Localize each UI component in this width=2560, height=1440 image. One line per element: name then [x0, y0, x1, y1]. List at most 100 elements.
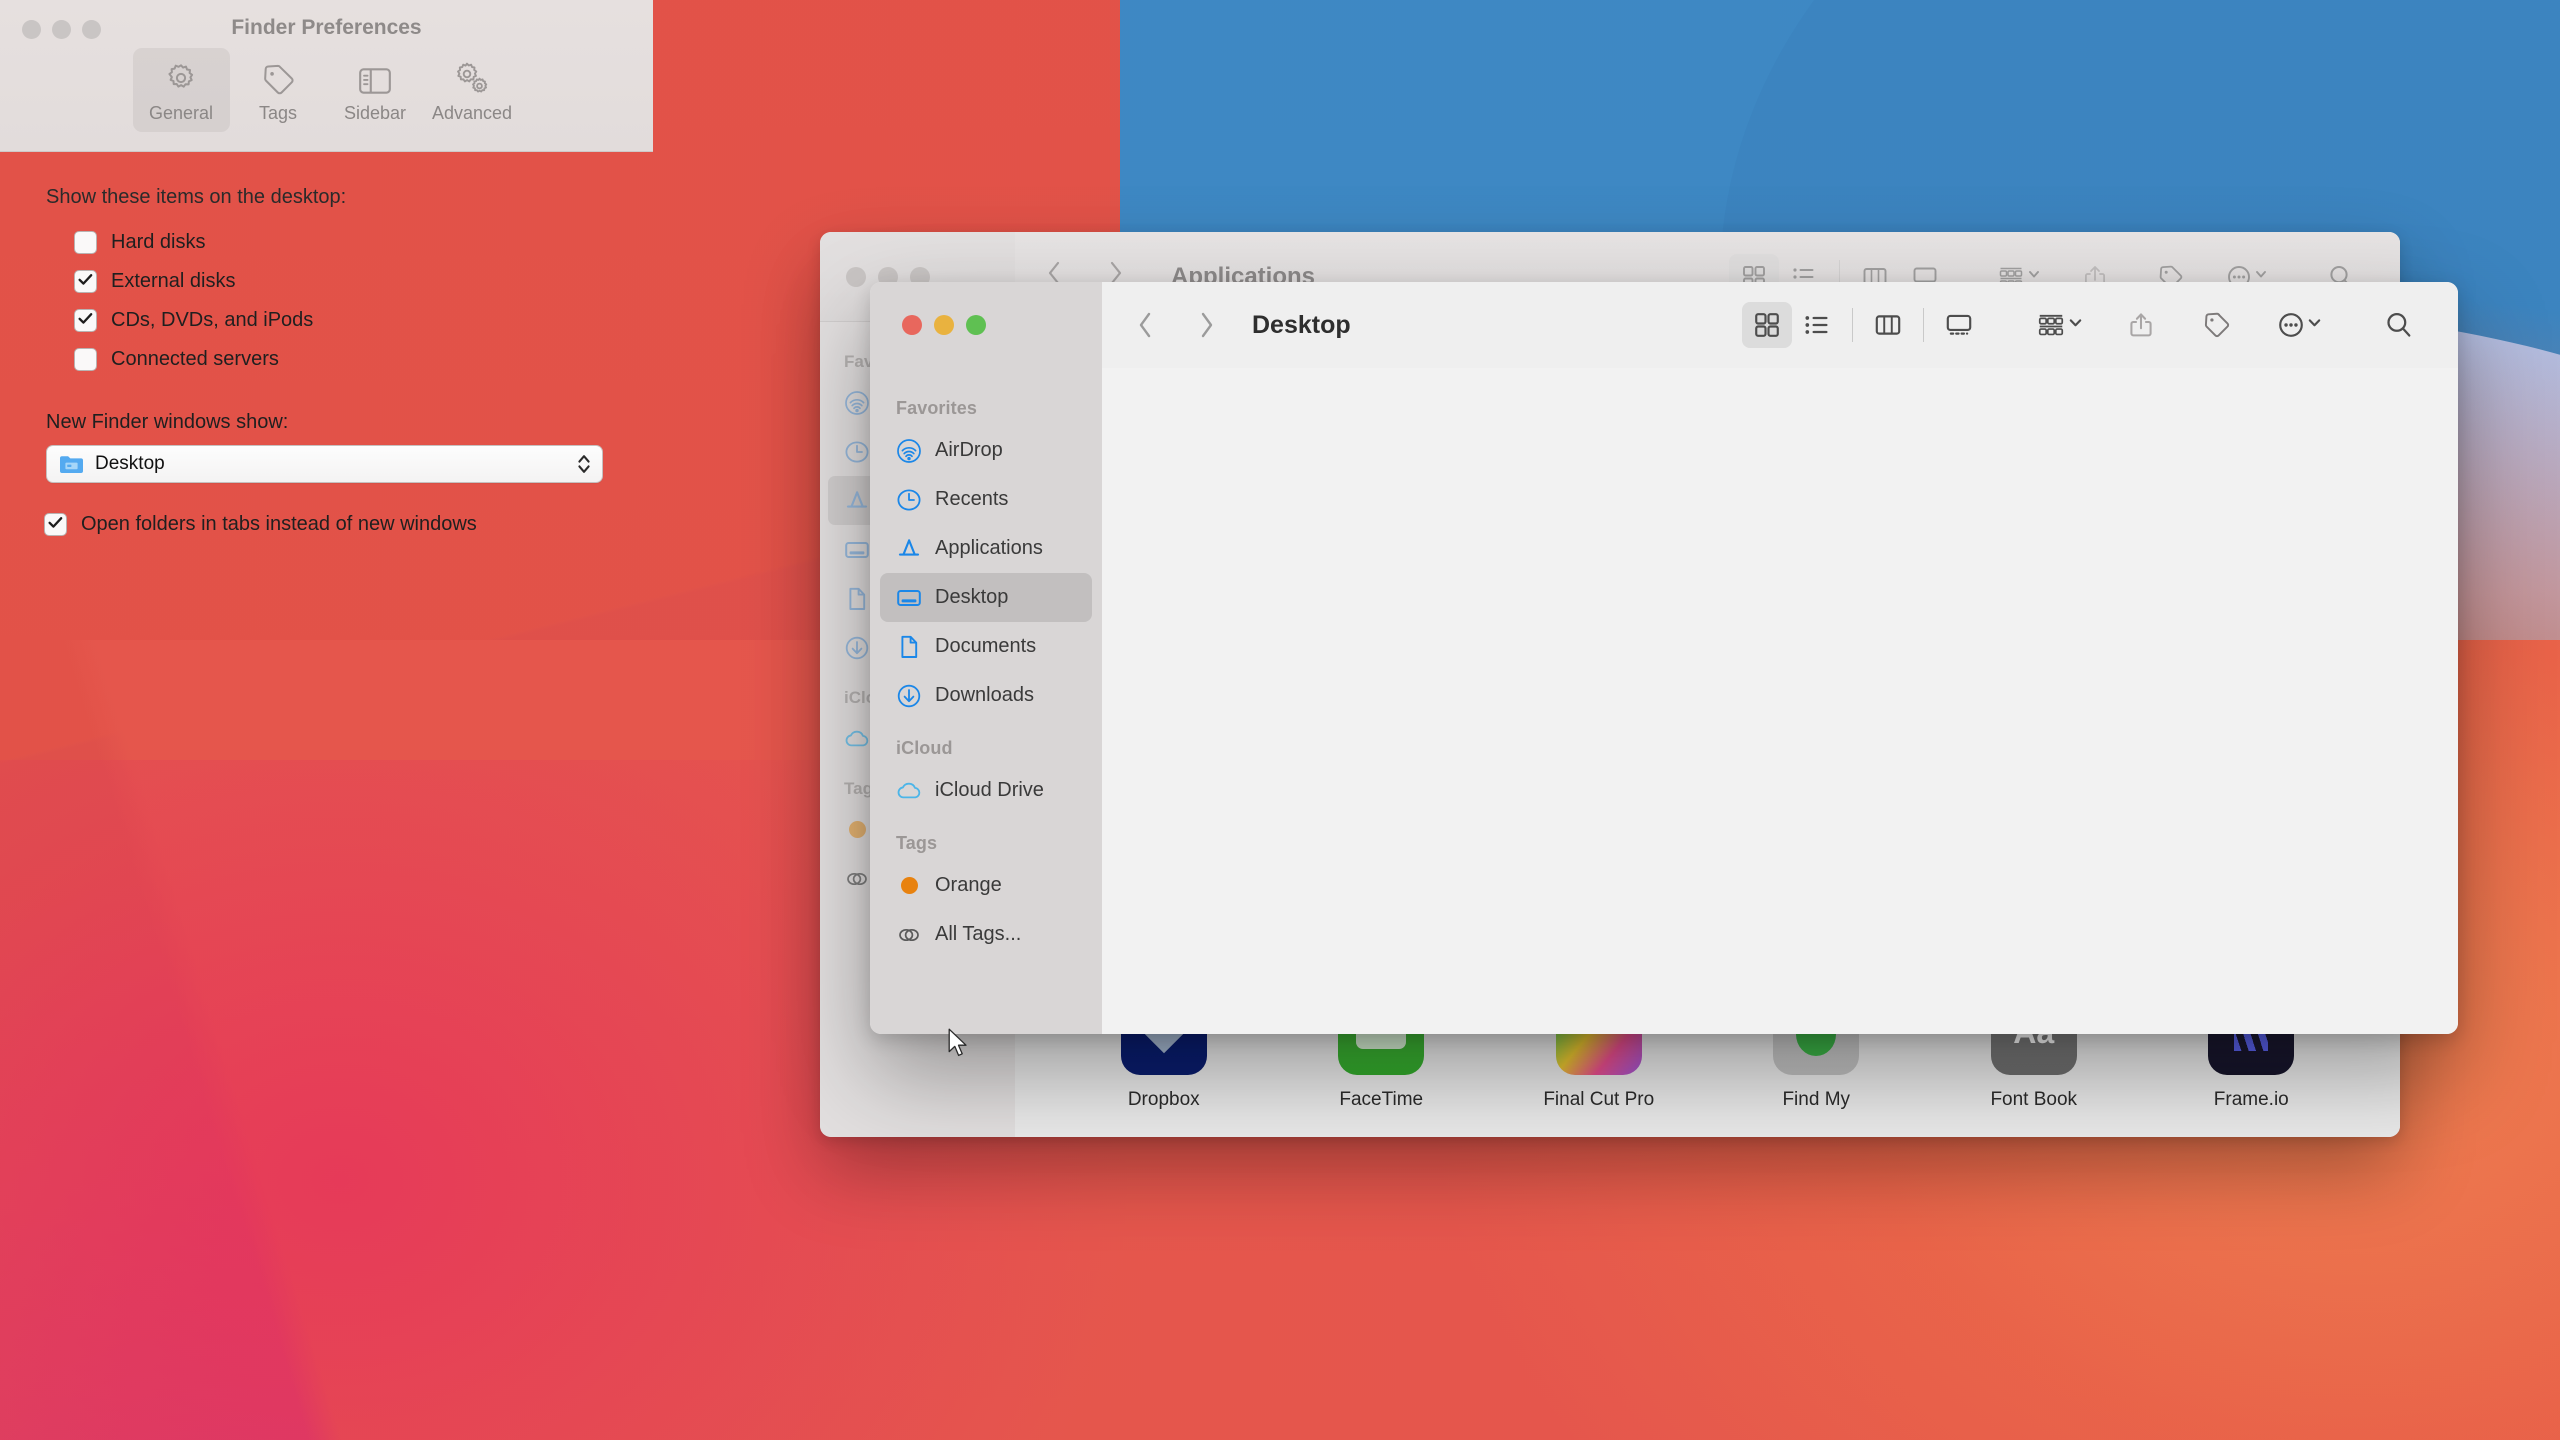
sidebar-item-label: All Tags... — [935, 923, 1022, 945]
sidebar-item-applications[interactable]: Applications — [880, 524, 1092, 573]
sidebar-item-label: iCloud Drive — [935, 779, 1044, 801]
tab-advanced[interactable]: Advanced — [424, 48, 521, 132]
close-button[interactable] — [846, 266, 866, 287]
download-icon — [896, 683, 922, 709]
toolbar-separator-2 — [1923, 308, 1924, 342]
cloud-icon — [844, 726, 870, 752]
checkbox-label: Connected servers — [111, 348, 279, 370]
checkbox-row[interactable]: CDs, DVDs, and iPods — [74, 301, 653, 340]
all-tags-icon — [896, 922, 922, 948]
checkbox-connected-servers[interactable] — [74, 348, 97, 371]
group-by-button[interactable] — [2028, 302, 2090, 348]
zoom-button[interactable] — [966, 315, 986, 335]
sidebar-section-header: Favorites — [896, 398, 977, 418]
checkbox-row[interactable]: Hard disks — [74, 223, 653, 262]
open-folders-in-tabs-checkbox[interactable] — [44, 513, 67, 536]
cloud-icon — [896, 778, 922, 804]
sidebar-item-all-tags[interactable]: All Tags... — [880, 910, 1092, 959]
clock-icon — [844, 439, 870, 465]
sidebar-item-icloud-drive[interactable]: iCloud Drive — [880, 766, 1092, 815]
forward-chevron-icon[interactable] — [1190, 308, 1224, 342]
tag-dot-orange — [896, 873, 922, 899]
front-traffic-lights[interactable] — [870, 282, 1102, 368]
search-button[interactable] — [2374, 302, 2424, 348]
app-name-label: Find My — [1782, 1089, 1851, 1110]
tab-advanced-label: Advanced — [431, 103, 513, 123]
sidebar-item-label: Documents — [935, 635, 1037, 657]
checkbox-external-disks[interactable] — [74, 270, 97, 293]
sidebar-section-header: Tags — [896, 833, 938, 853]
finder-toolbar: Desktop — [870, 282, 2458, 368]
sidebar-item-airdrop[interactable]: AirDrop — [880, 426, 1092, 475]
tab-general-label: General — [148, 103, 214, 123]
preferences-header: Finder Preferences General Tags Sidebar … — [0, 0, 653, 152]
gears-icon — [452, 57, 492, 97]
sidebar-item-desktop[interactable]: Desktop — [880, 573, 1092, 622]
document-icon — [844, 586, 870, 612]
desktop-icon — [844, 537, 870, 563]
sidebar-item-label: Recents — [935, 488, 1009, 510]
tag-dot-orange — [844, 817, 870, 843]
checkbox-label: CDs, DVDs, and iPods — [111, 309, 314, 331]
download-icon — [844, 635, 870, 661]
close-button[interactable] — [902, 315, 922, 335]
tab-tags[interactable]: Tags — [230, 48, 327, 132]
finder-sidebar[interactable]: Favorites AirDrop Recents Applications D… — [870, 368, 1102, 1034]
sidebar-item-documents[interactable]: Documents — [880, 622, 1092, 671]
airdrop-icon — [896, 438, 922, 464]
more-actions-button[interactable] — [2268, 302, 2330, 348]
desktop-items-section-title: Show these items on the desktop: — [46, 186, 347, 208]
gallery-view-button[interactable] — [1934, 302, 1984, 348]
finder-content-area[interactable] — [1102, 368, 2458, 1034]
appstore-icon — [896, 536, 922, 562]
app-name-label: Frame.io — [2213, 1089, 2289, 1110]
tab-sidebar[interactable]: Sidebar — [327, 48, 424, 132]
sidebar-item-label: Desktop — [935, 586, 1009, 608]
new-finder-window-popup-button[interactable]: Desktop — [46, 445, 603, 483]
list-view-button[interactable] — [1792, 302, 1842, 348]
app-name-label: Font Book — [1990, 1089, 2078, 1110]
popup-selected-value: Desktop — [95, 453, 165, 474]
open-folders-in-tabs-row[interactable]: Open folders in tabs instead of new wind… — [44, 513, 653, 536]
app-name-label: Dropbox — [1127, 1089, 1200, 1110]
sidebar-item-orange[interactable]: Orange — [880, 861, 1092, 910]
minimize-button[interactable] — [934, 315, 954, 335]
desktop-icon — [896, 585, 922, 611]
more-chevron-down-icon[interactable] — [2307, 315, 2322, 335]
app-name-label: FaceTime — [1339, 1089, 1424, 1110]
checkbox-label: Hard disks — [111, 231, 206, 253]
sidebar-item-recents[interactable]: Recents — [880, 475, 1092, 524]
checkbox-row[interactable]: Connected servers — [74, 340, 653, 379]
airdrop-icon — [844, 390, 870, 416]
new-window-label: New Finder windows show: — [46, 411, 289, 433]
app-name-label: Final Cut Pro — [1543, 1089, 1655, 1110]
nav-buttons[interactable] — [1128, 308, 1224, 342]
desktop-items-checkbox-group[interactable]: Hard disks External disks CDs, DVDs, and… — [0, 223, 653, 379]
finder-toolbar-buttons[interactable] — [1742, 302, 2424, 348]
column-view-button[interactable] — [1863, 302, 1913, 348]
toolbar-separator-1 — [1852, 308, 1853, 342]
tag-button[interactable] — [2192, 302, 2242, 348]
checkbox-hard-disks[interactable] — [74, 231, 97, 254]
back-chevron-icon[interactable] — [1128, 308, 1162, 342]
clock-icon — [896, 487, 922, 513]
checkbox-row[interactable]: External disks — [74, 262, 653, 301]
sidebar-icon — [357, 57, 393, 97]
sidebar-item-label: Applications — [935, 537, 1043, 559]
finder-preferences-window[interactable]: Finder Preferences General Tags Sidebar … — [0, 0, 653, 570]
finder-window-desktop[interactable]: Desktop Favorites AirDrop Recents Applic… — [870, 282, 2458, 1034]
checkbox-cds-dvds-and-ipods[interactable] — [74, 309, 97, 332]
preferences-tab-bar[interactable]: General Tags Sidebar Advanced — [0, 48, 653, 132]
sidebar-item-label: AirDrop — [935, 439, 1003, 461]
tab-tags-label: Tags — [258, 103, 298, 123]
checkbox-label: External disks — [111, 270, 236, 292]
share-button[interactable] — [2116, 302, 2166, 348]
popup-stepper-icon[interactable] — [576, 450, 592, 478]
icon-view-button[interactable] — [1742, 302, 1792, 348]
all-tags-icon — [844, 866, 870, 892]
tab-general[interactable]: General — [132, 48, 230, 132]
sidebar-item-downloads[interactable]: Downloads — [880, 671, 1092, 720]
sidebar-item-label: Downloads — [935, 684, 1034, 706]
group-chevron-down-icon[interactable] — [2068, 315, 2083, 335]
checkmark-icon — [77, 310, 94, 332]
